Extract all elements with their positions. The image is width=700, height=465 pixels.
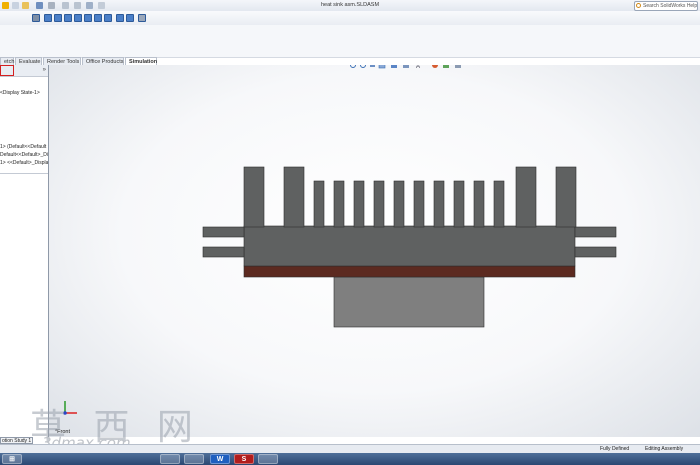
end-fin <box>283 166 305 228</box>
center-fin <box>473 180 485 228</box>
end-fin <box>243 166 265 228</box>
center-fin <box>353 180 365 228</box>
start-button[interactable]: ⊞ <box>2 454 22 464</box>
taskbar-app-button[interactable] <box>258 454 278 464</box>
side-tab <box>574 246 617 258</box>
center-fin <box>313 180 325 228</box>
taskbar-app-button[interactable] <box>184 454 204 464</box>
center-fin <box>333 180 345 228</box>
thermal-pad <box>243 265 576 278</box>
center-fin <box>453 180 465 228</box>
center-fin <box>373 180 385 228</box>
center-fin <box>413 180 425 228</box>
center-fin <box>433 180 445 228</box>
watermark: 草 西 网 3dmax.com <box>30 398 193 452</box>
side-tab <box>202 246 245 258</box>
solidworks-app-icon[interactable]: S <box>234 454 254 464</box>
motion-study-tab[interactable]: otion Study 1 <box>0 437 33 444</box>
word-app-icon[interactable]: W <box>210 454 230 464</box>
heat-sink-base <box>243 225 576 267</box>
side-tab <box>574 226 617 238</box>
side-tab <box>202 226 245 238</box>
end-fin <box>555 166 577 228</box>
status-definition: Fully Defined <box>600 446 630 452</box>
center-fin <box>393 180 405 228</box>
center-fin <box>493 180 505 228</box>
status-mode: Editing Assembly <box>645 446 684 452</box>
end-fin <box>515 166 537 228</box>
windows-taskbar: ⊞ W S <box>0 453 700 465</box>
heat-sink-model <box>202 166 617 328</box>
taskbar-app-button[interactable] <box>160 454 180 464</box>
chip-body <box>333 276 485 328</box>
